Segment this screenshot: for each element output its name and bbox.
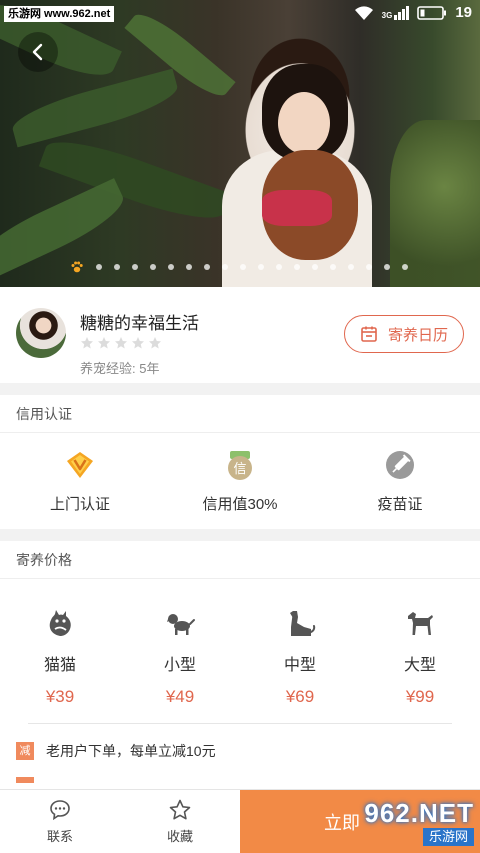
carousel-dot[interactable]: [150, 264, 156, 270]
star-rating-icon: [81, 337, 93, 349]
paw-active-indicator-icon[interactable]: [70, 260, 84, 274]
price-value: ¥39: [45, 687, 75, 706]
carousel-dot[interactable]: [348, 264, 354, 270]
battery-percent: 19: [455, 4, 472, 21]
rating-stars: [80, 336, 162, 350]
price-item-cat: 猫猫 ¥39: [0, 607, 120, 707]
carousel-indicator[interactable]: [70, 260, 408, 274]
carousel-dot[interactable]: [384, 264, 390, 270]
star-rating-icon: [149, 337, 161, 349]
price-label: 大型: [403, 657, 436, 674]
price-value: ¥99: [405, 687, 435, 706]
cat-icon: [49, 610, 71, 636]
carousel-dot[interactable]: [96, 264, 102, 270]
carousel-dot[interactable]: [204, 264, 210, 270]
syringe-icon: [386, 451, 414, 479]
favorite-button[interactable]: 收藏: [120, 790, 240, 853]
contact-label: 联系: [46, 829, 73, 844]
watermark-site-name: 乐游网: [422, 828, 474, 846]
status-icons: 3G 19: [354, 4, 472, 21]
carousel-dot[interactable]: [402, 264, 408, 270]
watermark-bottom-right: 962.NET 乐游网: [364, 800, 474, 846]
price-item-medium: 中型 ¥69: [240, 607, 360, 707]
chat-icon: [50, 800, 70, 821]
person-face: [278, 92, 330, 154]
star-rating-icon: [132, 337, 144, 349]
promo-row: 减 老用户下单，每单立减10元: [16, 741, 216, 761]
watermark-top-left: 乐游网 www.962.net: [4, 6, 115, 22]
price-label: 小型: [163, 657, 196, 674]
large-dog-icon: [408, 612, 433, 635]
price-section: 猫猫 ¥39 小型 ¥49 中型 ¥69 大型 ¥99 减 老用户下单，每单立减…: [0, 579, 480, 789]
credit-item-home-visit[interactable]: 上门认证: [0, 433, 160, 529]
book-now-button[interactable]: 立即 962.NET 乐游网: [240, 790, 480, 853]
back-button[interactable]: [18, 32, 58, 72]
contact-button[interactable]: 联系: [0, 790, 120, 853]
sitter-name: 糖糖的幸福生活: [80, 314, 199, 333]
sitter-profile: 糖糖的幸福生活 养宠经验: 5年 寄养日历: [0, 287, 480, 383]
carousel-dot[interactable]: [132, 264, 138, 270]
carousel-dot[interactable]: [366, 264, 372, 270]
wifi-icon: [354, 5, 373, 20]
calendar-button-label: 寄养日历: [387, 326, 448, 344]
divider: [28, 723, 452, 724]
carousel-dot[interactable]: [222, 264, 228, 270]
carousel-dot[interactable]: [240, 264, 246, 270]
promo-text: 老用户下单，每单立减10元: [46, 743, 216, 759]
poodle-coat: [262, 190, 332, 226]
carousel-dot[interactable]: [186, 264, 192, 270]
credit-label: 信用值30%: [202, 496, 278, 513]
price-section-title: 寄养价格: [0, 541, 480, 579]
price-item-small: 小型 ¥49: [120, 607, 240, 707]
leaf-decoration: [8, 68, 182, 148]
v-badge-icon: [67, 452, 93, 478]
price-label: 中型: [283, 657, 316, 674]
star-icon: [169, 799, 191, 820]
book-now-label: 立即: [324, 812, 360, 833]
carousel-dot[interactable]: [294, 264, 300, 270]
bottom-action-bar: 联系 收藏 立即 962.NET 乐游网: [0, 789, 480, 853]
credit-section-title: 信用认证: [0, 395, 480, 433]
star-rating-icon: [98, 337, 110, 349]
avatar[interactable]: [16, 308, 66, 358]
promo-tag-partial: [16, 777, 34, 783]
carousel-dot[interactable]: [168, 264, 174, 270]
status-bar: 乐游网 www.962.net 3G 19: [0, 0, 480, 28]
carousel-dot[interactable]: [114, 264, 120, 270]
price-value: ¥69: [285, 687, 315, 706]
credit-section: 上门认证 信 信用值30% 疫苗证: [0, 433, 480, 529]
cell-signal-icon: 3G: [382, 5, 410, 20]
credit-item-score[interactable]: 信 信用值30%: [160, 433, 320, 529]
hero-banner[interactable]: 乐游网 www.962.net 3G 19: [0, 0, 480, 287]
discount-tag: 减: [16, 742, 34, 760]
carousel-dot[interactable]: [312, 264, 318, 270]
experience-text: 养宠经验: 5年: [80, 361, 160, 376]
calendar-button[interactable]: 寄养日历: [344, 315, 464, 353]
small-dog-icon: [167, 614, 195, 635]
credit-item-vaccine[interactable]: 疫苗证: [320, 433, 480, 529]
watermark-logo-text: 962.NET: [364, 798, 474, 828]
price-value: ¥49: [165, 687, 195, 706]
calendar-icon: [361, 326, 377, 342]
credit-label: 疫苗证: [377, 496, 423, 513]
price-item-large: 大型 ¥99: [360, 607, 480, 707]
credit-badge-icon: 信: [228, 451, 252, 480]
credit-label: 上门认证: [49, 496, 110, 513]
carousel-dot[interactable]: [276, 264, 282, 270]
favorite-label: 收藏: [166, 829, 193, 844]
medium-dog-icon: [290, 611, 316, 636]
carousel-dot[interactable]: [330, 264, 336, 270]
price-label: 猫猫: [43, 657, 76, 674]
battery-icon: [417, 5, 447, 20]
chevron-left-icon: [32, 43, 43, 61]
star-rating-icon: [115, 337, 127, 349]
carousel-dot[interactable]: [258, 264, 264, 270]
svg-text:信: 信: [233, 462, 246, 477]
